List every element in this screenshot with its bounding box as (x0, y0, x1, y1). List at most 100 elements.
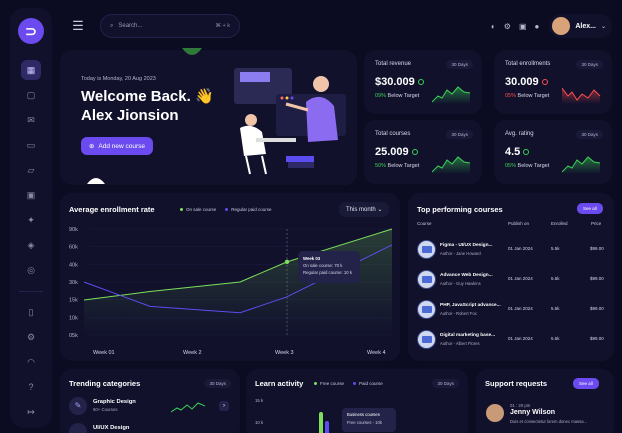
stat-value-text: 30.009 (505, 76, 539, 88)
stat-value: $30.009 (375, 76, 424, 88)
search-input[interactable]: ⌕ Search... ⌘ + k (100, 14, 240, 38)
stat-change-pct: 05% (505, 93, 517, 99)
flag-icon[interactable]: ● (535, 22, 540, 31)
stat-period[interactable]: 30 Days (446, 60, 473, 69)
y-tick-label: 15k (69, 298, 78, 304)
pin-icon[interactable]: ✦ (21, 210, 41, 230)
book-icon[interactable]: ▭ (21, 135, 41, 155)
x-tick-label: Week 4 (367, 350, 386, 356)
gear-icon[interactable]: ⚙ (504, 22, 511, 31)
table-row[interactable]: PHP, JavaScript advance... Author - Rober… (417, 299, 605, 321)
trending-period[interactable]: 30 Days (204, 379, 231, 388)
y-tick-label: 30k (69, 280, 78, 286)
bar-green (319, 412, 323, 433)
welcome-greeting: Welcome Back. 👋 (81, 88, 214, 105)
avatar (486, 404, 504, 422)
stat-value-text: 25.009 (375, 146, 409, 158)
category-count: 50+ Courses (93, 407, 118, 412)
course-thumbnail (417, 330, 436, 349)
table-row[interactable]: Digital marketing base... Author - Albert… (417, 329, 605, 351)
stat-change: 50% Below Target (375, 163, 419, 169)
category-name: UI/UX Design (93, 425, 130, 431)
learn-tooltip-line: Free courses - 10k (347, 420, 382, 425)
stat-label: Total courses (375, 131, 411, 137)
welcome-card: Today is Monday, 20 Aug 2023 Welcome Bac… (60, 48, 357, 185)
learn-period[interactable]: 30 Days (432, 379, 459, 388)
document-icon[interactable]: ▯ (21, 302, 41, 322)
support-card: Support requests See all 01 : 20 pm Jenn… (476, 369, 614, 433)
course-enrolled: 5.5k (551, 336, 560, 341)
stat-sparkline (562, 156, 601, 174)
chat-icon[interactable]: ▢ (21, 85, 41, 105)
brush-icon: ✎ (69, 397, 87, 415)
broadcast-icon[interactable]: ◎ (21, 260, 41, 280)
trend-icon (411, 149, 418, 156)
settings-icon[interactable]: ⚙ (21, 327, 41, 347)
stat-value-text: $30.009 (375, 76, 415, 88)
notification-icon[interactable]: ▣ (519, 22, 527, 31)
stat-period[interactable]: 30 Days (576, 60, 603, 69)
stat-sparkline (432, 156, 471, 174)
stat-change-rest: Below Target (516, 163, 550, 169)
support-title: Support requests (485, 379, 548, 388)
decor-leaf-icon (182, 48, 202, 55)
chart-tooltip: Week 03 On sale course: 70 k Regular pai… (298, 251, 360, 283)
stat-change-pct: 09% (375, 93, 387, 99)
course-thumbnail (417, 300, 436, 319)
top-courses-card: Top performing courses See all Course Pu… (408, 193, 614, 361)
stat-change-rest: Below Target (516, 93, 550, 99)
course-author: Author - Guy Hawkins (440, 281, 481, 286)
stat-value: 30.009 (505, 76, 548, 88)
calendar-icon[interactable]: ▣ (21, 185, 41, 205)
see-all-button[interactable]: See all (577, 203, 603, 214)
headset-icon[interactable]: ◠ (21, 352, 41, 372)
topbar: ☰ ⌕ Search... ⌘ + k ◐ ⚙ ▣ ● Alex... ⌄ (60, 10, 612, 42)
stat-period[interactable]: 30 Days (576, 130, 603, 139)
table-row[interactable]: Figma - UI/UX Design... Author - Jane How… (417, 239, 605, 261)
course-enrolled: 5.5k (551, 246, 560, 251)
x-tick-label: Week 01 (93, 350, 115, 356)
stat-value-text: 4.5 (505, 146, 521, 158)
see-all-button[interactable]: See all (573, 378, 599, 389)
user-menu[interactable]: Alex... ⌄ (549, 14, 612, 38)
trending-card: Trending categories 30 Days ✎ Graphic De… (60, 369, 240, 433)
dashboard-icon[interactable]: ▦ (21, 60, 41, 80)
stat-label: Total enrollments (505, 61, 551, 67)
theme-toggle-icon[interactable]: ◐ (491, 22, 496, 31)
tooltip-title: Week 03 (303, 256, 321, 261)
course-author: Author - Robert Fox (440, 311, 477, 316)
y-tick: 10 k (255, 420, 264, 425)
table-row[interactable]: Advance Web Design... Author - Guy Hawkin… (417, 269, 605, 291)
logout-icon[interactable]: ↦ (21, 402, 41, 422)
sidebar: ⊃ ▦ ▢ ✉ ▭ ▱ ▣ ✦ ◈ ◎ ▯ ⚙ ◠ ? ↦ (10, 8, 52, 428)
top-courses-title: Top performing courses (417, 205, 503, 214)
y-tick-label: 40k (69, 262, 78, 268)
search-placeholder: Search... (118, 23, 143, 29)
add-course-button[interactable]: ⊕ Add new course (81, 137, 153, 155)
course-thumbnail (417, 240, 436, 259)
menu-icon[interactable]: ☰ (64, 12, 92, 40)
tooltip-line-2: Regular paid course: 10 k (303, 270, 352, 275)
plus-icon: ⊕ (88, 143, 95, 150)
x-tick-label: Week 3 (275, 350, 294, 356)
course-date: 01 Jan 2024 (508, 246, 533, 251)
layers-icon[interactable]: ◈ (21, 235, 41, 255)
course-price: $99.00 (590, 336, 604, 341)
mail-icon[interactable]: ✉ (21, 110, 41, 130)
header-course: Course (417, 221, 432, 226)
arrow-right-icon[interactable]: › (219, 401, 229, 411)
list-item[interactable]: ✎ Graphic Design 50+ Courses › (69, 397, 231, 417)
stat-period[interactable]: 30 Days (446, 130, 473, 139)
enrollment-chart-card: Average enrollment rate On sale course R… (60, 193, 400, 361)
folder-icon[interactable]: ▱ (21, 160, 41, 180)
stat-change-pct: 50% (375, 163, 387, 169)
course-author: Author - Jane Howard (440, 251, 481, 256)
logo[interactable]: ⊃ (18, 18, 44, 44)
stat-sparkline (562, 87, 601, 104)
trend-icon (417, 79, 424, 86)
help-icon[interactable]: ? (21, 377, 41, 397)
welcome-user-name: Alex Jionsion (81, 107, 179, 124)
list-item[interactable]: UI/UX Design (69, 423, 231, 433)
course-enrolled: 5.5k (551, 306, 560, 311)
header-price: Price (591, 221, 602, 226)
